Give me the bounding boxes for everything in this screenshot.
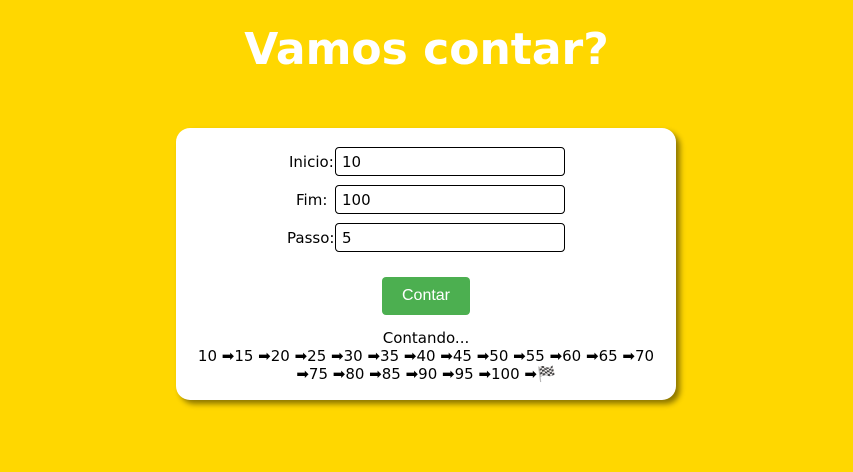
result-heading: Contando... [382, 329, 470, 347]
passo-input[interactable] [335, 223, 565, 252]
contar-button[interactable]: Contar [382, 277, 470, 315]
fim-row: Fim: [176, 185, 676, 215]
page-title: Vamos contar? [244, 24, 609, 75]
result-line-2: ➡75 ➡80 ➡85 ➡90 ➡95 ➡100 ➡🏁 [296, 365, 556, 383]
fim-label: Fim: [296, 191, 328, 209]
inicio-input[interactable] [335, 147, 565, 176]
fim-input[interactable] [335, 185, 565, 214]
inicio-row: Inicio: [176, 147, 676, 177]
passo-row: Passo: [176, 223, 676, 253]
counter-card: Inicio: Fim: Passo: Contar Contando... 1… [176, 128, 676, 400]
result-line-1: 10 ➡15 ➡20 ➡25 ➡30 ➡35 ➡40 ➡45 ➡50 ➡55 ➡… [197, 347, 655, 365]
count-result: Contando... 10 ➡15 ➡20 ➡25 ➡30 ➡35 ➡40 ➡… [176, 329, 676, 383]
inicio-label: Inicio: [289, 153, 334, 171]
passo-label: Passo: [287, 229, 335, 247]
